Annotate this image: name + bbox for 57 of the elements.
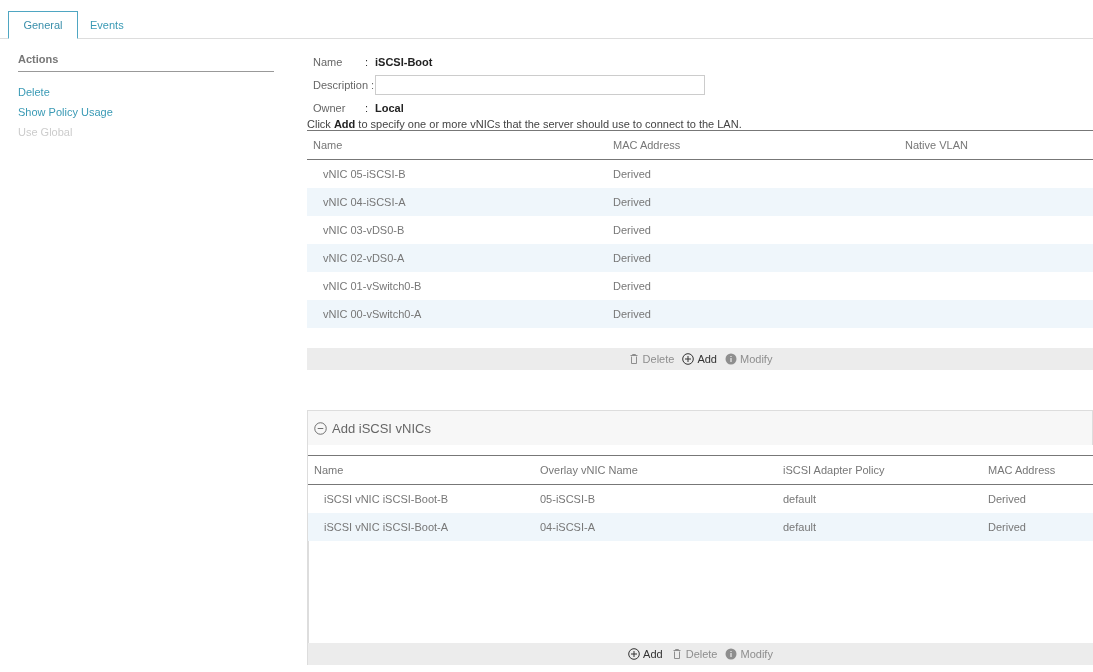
field-label: Name bbox=[313, 56, 344, 68]
colon: : bbox=[365, 56, 370, 68]
collapse-icon bbox=[314, 421, 327, 435]
table-cell-text: 05-iSCSI-B bbox=[540, 493, 597, 505]
description-field[interactable] bbox=[375, 75, 705, 95]
column-header: Overlay vNIC Name bbox=[540, 464, 639, 476]
info-icon bbox=[725, 353, 737, 365]
table-cell-text: vNIC 02-vDS0-A bbox=[322, 252, 406, 264]
column-header: Name bbox=[313, 464, 345, 476]
table-cell-text: vNIC 04-iSCSI-A bbox=[322, 196, 407, 208]
table-row[interactable]: vNIC 00-vSwitch0-A Derived bbox=[307, 300, 1093, 328]
table-row[interactable]: vNIC 05-iSCSI-B Derived bbox=[307, 160, 1093, 188]
table-cell-text: iSCSI vNIC iSCSI-Boot-A bbox=[323, 521, 450, 533]
table-cell: Derived bbox=[613, 252, 651, 264]
plus-circle-icon bbox=[682, 353, 695, 365]
table-cell-text: vNIC 01-vSwitch0-B bbox=[322, 280, 423, 292]
action-link[interactable]: Delete bbox=[18, 82, 50, 102]
table-cell-text: default bbox=[783, 521, 818, 533]
table-cell-text: vNIC 05-iSCSI-B bbox=[322, 168, 407, 180]
column-header: MAC Address bbox=[988, 464, 1056, 476]
tab[interactable]: General bbox=[8, 11, 78, 39]
column-header: MAC Address bbox=[613, 139, 682, 151]
column-header: Native VLAN bbox=[905, 139, 968, 151]
table-cell-text: vNIC 03-vDS0-B bbox=[322, 224, 406, 236]
table-cell-text: 04-iSCSI-A bbox=[540, 521, 597, 533]
table-cell: Derived bbox=[613, 224, 651, 236]
name-value: iSCSI-Boot bbox=[375, 56, 433, 68]
table-row[interactable]: iSCSI vNIC iSCSI-Boot-A 04-iSCSI-A default Derived bbox=[308, 513, 1093, 541]
table-cell: Derived bbox=[988, 521, 1026, 533]
table-cell-text: iSCSI vNIC iSCSI-Boot-B bbox=[323, 493, 450, 505]
field-label: Description : bbox=[313, 79, 375, 91]
field-label: Owner bbox=[313, 102, 347, 114]
tab[interactable]: Events bbox=[78, 11, 136, 39]
hint-text: Click Add to specify one or more vNICs that the server should use to connect to the LAN. bbox=[307, 118, 743, 130]
table-cell: Derived bbox=[613, 308, 651, 320]
table-row[interactable]: vNIC 02-vDS0-A Derived bbox=[307, 244, 1093, 272]
column-header: iSCSI Adapter Policy bbox=[783, 464, 886, 476]
table-row[interactable]: vNIC 01-vSwitch0-B Derived bbox=[307, 272, 1093, 300]
section-header[interactable]: Add iSCSI vNICs bbox=[308, 410, 1093, 445]
table-cell: Derived bbox=[988, 493, 1026, 505]
colon: : bbox=[365, 102, 370, 114]
toolbar-button[interactable]: Add bbox=[628, 648, 663, 660]
action-link[interactable]: Show Policy Usage bbox=[18, 102, 113, 122]
column-header: Name bbox=[312, 139, 344, 151]
table-row[interactable]: vNIC 03-vDS0-B Derived bbox=[307, 216, 1093, 244]
table-cell-text: default bbox=[783, 493, 818, 505]
table-cell: Derived bbox=[613, 168, 651, 180]
table-cell: Derived bbox=[613, 196, 651, 208]
table-row[interactable]: vNIC 04-iSCSI-A Derived bbox=[307, 188, 1093, 216]
table-row[interactable]: iSCSI vNIC iSCSI-Boot-B 05-iSCSI-B default Derived bbox=[308, 485, 1093, 513]
table-cell-text: vNIC 00-vSwitch0-A bbox=[322, 308, 423, 320]
info-icon bbox=[725, 648, 738, 660]
toolbar-button[interactable]: Add bbox=[682, 353, 717, 365]
owner-value: Local bbox=[375, 102, 404, 114]
actions-heading: Actions bbox=[18, 53, 274, 72]
table-cell: Derived bbox=[613, 280, 651, 292]
plus-circle-icon bbox=[628, 648, 641, 660]
